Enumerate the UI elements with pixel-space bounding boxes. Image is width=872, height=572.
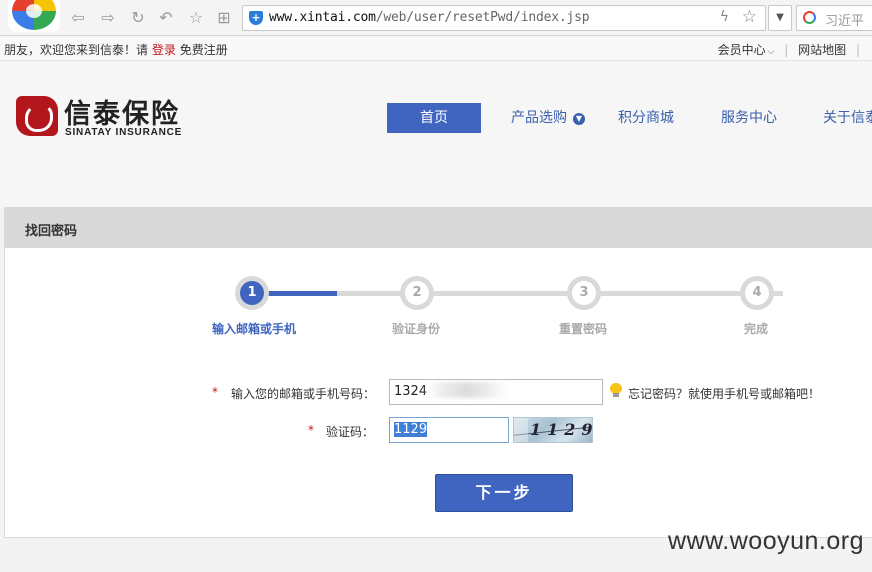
url-text: www.xintai.com/web/user/resetPwd/index.j… (269, 10, 590, 25)
site-header: 信泰保险 SINATAY INSURANCE 首页 产品选购 ▼ 积分商城 服务中… (0, 62, 872, 208)
chevron-down-icon: ▼ (573, 113, 585, 125)
brand-name-en: SINATAY INSURANCE (65, 127, 183, 138)
captcha-image-text: 1129 (530, 420, 593, 439)
progress-steps: 1 2 3 4 输入邮箱或手机 验证身份 重置密码 完成 (5, 208, 872, 348)
refresh-icon[interactable]: ↻ (128, 8, 148, 28)
step-3-label: 重置密码 (559, 322, 608, 336)
account-input-value: 1324 (394, 384, 428, 399)
next-button[interactable]: 下一步 (435, 474, 573, 512)
captcha-input[interactable]: 1129 (389, 417, 509, 443)
step-1-marker: 1 (235, 276, 269, 310)
browser-search-box[interactable]: 习近平 (796, 5, 872, 31)
browser-toolbar: ⇦ ⇨ ↻ ↶ ☆ ⊞ + www.xintai.com/web/user/re… (0, 0, 872, 36)
required-mark: * (212, 385, 218, 399)
greeting: 朋友，欢迎您来到信泰！请 登录 免费注册 (4, 41, 228, 58)
step-4-marker: 4 (740, 276, 774, 310)
account-row: * 输入您的邮箱或手机号码： 1324 忘记密码？就使用手机号或邮箱吧！ (5, 379, 872, 407)
captcha-row: * 验证码： 1129 1129 (5, 417, 872, 445)
bookmark-star-icon[interactable]: ☆ (742, 7, 757, 27)
captcha-label: 验证码： (326, 425, 375, 439)
greeting-text: 朋友，欢迎您来到信泰！请 (4, 43, 149, 57)
step-3-number: 3 (572, 281, 596, 305)
nav-products[interactable]: 产品选购 ▼ (511, 103, 585, 133)
redacted-digits (427, 382, 508, 398)
address-bar[interactable]: + www.xintai.com/web/user/resetPwd/index… (242, 5, 766, 31)
nav-home[interactable]: 首页 (387, 103, 481, 133)
reset-password-panel: 找回密码 1 2 3 4 输入邮箱或手机 验证身份 重置密码 完成 * 输入您的… (4, 207, 872, 538)
required-mark: * (308, 423, 314, 437)
brand-seal-icon (16, 96, 58, 136)
step-2-number: 2 (405, 281, 429, 305)
chevron-down-icon[interactable]: ▼ (768, 5, 792, 31)
browser-logo-icon[interactable] (8, 0, 60, 32)
undo-icon[interactable]: ↶ (156, 8, 176, 28)
lightning-icon[interactable]: ϟ (720, 9, 729, 25)
divider: | (855, 43, 860, 57)
nav-products-label: 产品选购 (511, 110, 567, 126)
captcha-input-value: 1129 (394, 422, 428, 437)
watermark: www.wooyun.org (668, 527, 864, 555)
security-shield-icon: + (249, 11, 263, 25)
step-4-number: 4 (745, 281, 769, 305)
member-center-link[interactable]: 会员中心 (718, 43, 766, 57)
account-input[interactable]: 1324 (389, 379, 603, 405)
sitemap-link[interactable]: 网站地图 (798, 43, 846, 57)
step-2-marker: 2 (400, 276, 434, 310)
search-engine-icon (803, 11, 816, 24)
search-text: 习近平 (825, 14, 865, 29)
favorite-star-icon[interactable]: ☆ (186, 8, 206, 28)
brand-name-cn: 信泰保险 (64, 99, 180, 130)
register-link[interactable]: 免费注册 (180, 43, 228, 57)
chevron-down-icon[interactable]: ⌵ (768, 47, 775, 57)
nav-points-mall[interactable]: 积分商城 (618, 103, 674, 133)
step-3-marker: 3 (567, 276, 601, 310)
brand-logo[interactable]: 信泰保险 SINATAY INSURANCE (16, 94, 196, 142)
captcha-image[interactable]: 1129 (513, 417, 593, 443)
lightbulb-icon (610, 383, 622, 398)
step-1-number: 1 (240, 281, 264, 305)
login-link[interactable]: 登录 (152, 43, 176, 57)
topbar-links: 会员中心 ⌵ | 网站地图 | (718, 41, 866, 58)
nav-about[interactable]: 关于信泰 (823, 103, 872, 133)
site-topbar: 朋友，欢迎您来到信泰！请 登录 免费注册 会员中心 ⌵ | 网站地图 | (0, 37, 872, 61)
back-icon[interactable]: ⇦ (68, 8, 88, 28)
apps-grid-icon[interactable]: ⊞ (214, 8, 234, 28)
nav-service[interactable]: 服务中心 (721, 103, 777, 133)
forward-icon[interactable]: ⇨ (98, 8, 118, 28)
account-label: 输入您的邮箱或手机号码： (231, 387, 376, 401)
step-4-label: 完成 (744, 322, 769, 336)
account-hint: 忘记密码？就使用手机号或邮箱吧！ (628, 387, 821, 401)
step-2-label: 验证身份 (392, 322, 441, 336)
divider: | (784, 43, 789, 57)
step-1-label: 输入邮箱或手机 (212, 322, 297, 336)
